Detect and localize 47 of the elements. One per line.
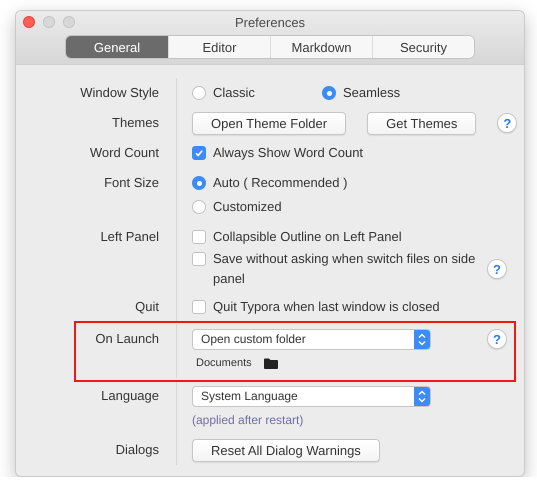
radio-button[interactable] — [192, 200, 206, 214]
option-label: Quit Typora when last window is closed — [213, 298, 440, 316]
radio-button[interactable] — [192, 86, 206, 100]
help-button[interactable]: ? — [487, 259, 507, 279]
tab[interactable]: Editor — [168, 36, 270, 58]
dropdown[interactable]: Open custom folder — [192, 328, 431, 350]
action-button[interactable]: Reset All Dialog Warnings — [192, 438, 380, 462]
action-button[interactable]: Get Themes — [367, 112, 476, 134]
checkbox[interactable] — [192, 146, 206, 160]
setting-label: On Launch — [94, 330, 160, 348]
setting-label: Font Size — [103, 174, 160, 192]
option-label: Always Show Word Count — [213, 144, 364, 162]
setting-label: Dialogs — [114, 441, 160, 459]
checkbox[interactable] — [192, 300, 206, 314]
hint-text: (applied after restart) — [192, 412, 304, 429]
help-button[interactable]: ? — [487, 329, 507, 349]
tab[interactable]: General — [66, 36, 168, 58]
stepper-icon — [414, 330, 430, 348]
checkbox[interactable] — [192, 230, 206, 244]
option-label: Customized — [213, 198, 282, 216]
folder-icon[interactable] — [264, 358, 278, 368]
checkmark-icon — [194, 148, 204, 158]
setting-label: Window Style — [79, 84, 160, 102]
minimize-button[interactable] — [43, 16, 55, 28]
stepper-icon — [414, 386, 430, 406]
option-label: Seamless — [343, 84, 400, 102]
setting-label: Word Count — [88, 144, 160, 162]
radio-button[interactable] — [322, 86, 336, 100]
help-button[interactable]: ? — [497, 113, 518, 133]
setting-label: Left Panel — [99, 228, 160, 246]
option-label: Collapsible Outline on Left Panel — [213, 228, 402, 246]
option-label: Save without asking when switch files on side panel — [213, 250, 476, 288]
option-label: Auto ( Recommended ) — [213, 174, 348, 192]
setting-label: Language — [100, 387, 160, 405]
close-button[interactable] — [23, 16, 35, 28]
folder-path: Documents — [196, 356, 252, 371]
setting-label: Themes — [111, 114, 160, 132]
tab[interactable]: Security — [372, 36, 474, 58]
setting-label: Quit — [134, 298, 160, 316]
zoom-button[interactable] — [63, 16, 75, 28]
option-label: Classic — [213, 84, 255, 102]
tab[interactable]: Markdown — [270, 36, 372, 58]
dropdown[interactable]: System Language — [192, 386, 431, 406]
radio-button[interactable] — [192, 176, 206, 190]
checkbox[interactable] — [192, 252, 206, 266]
window-title: Preferences — [234, 15, 306, 31]
action-button[interactable]: Open Theme Folder — [192, 112, 346, 134]
